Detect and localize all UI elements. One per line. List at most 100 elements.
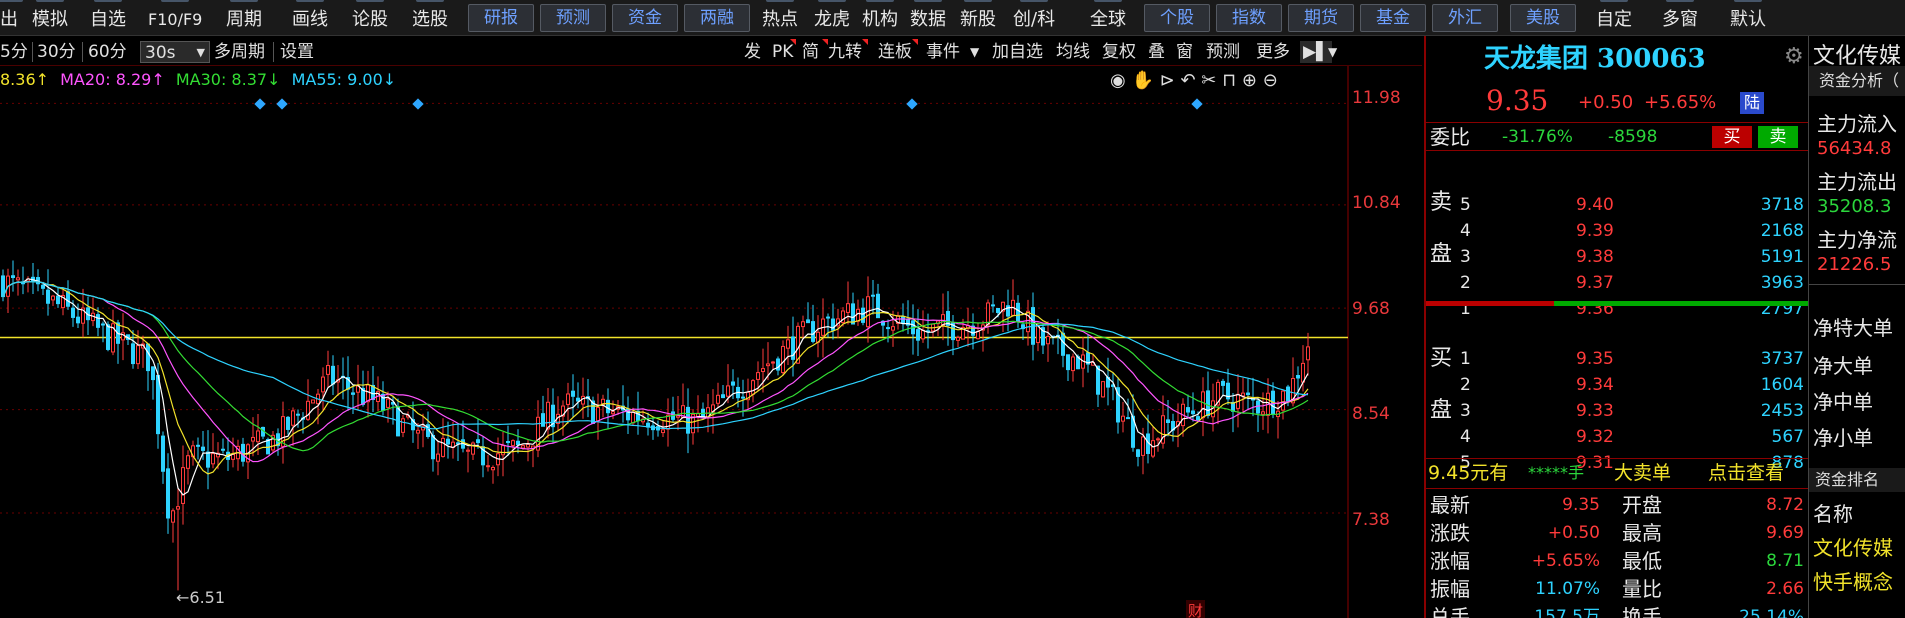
toolbar-item-chinext[interactable]: 创/科 — [1013, 0, 1055, 32]
forecast-button[interactable]: 预测 — [540, 4, 606, 32]
toolbar-item-forum[interactable]: 论股 — [352, 0, 388, 32]
event-diamond-icon — [254, 98, 266, 110]
tool-events[interactable]: 事件 — [926, 41, 960, 63]
gear-icon[interactable]: ⚙ — [1784, 44, 1804, 69]
toolbar-item-watchlist[interactable]: 自选 — [90, 0, 126, 32]
toolbar-item-simulate[interactable]: 模拟 — [32, 0, 68, 32]
order-price: 9.37 — [1576, 273, 1614, 293]
big-order-link[interactable]: 点击查看 — [1708, 460, 1784, 486]
events-dropdown-icon[interactable]: ▼ — [970, 41, 979, 63]
divider — [1426, 458, 1808, 459]
buy-button[interactable]: 买 — [1712, 126, 1752, 148]
axis-label: 8.54 — [1352, 404, 1390, 424]
stat-row: 最新 9.35 开盘 8.72 — [1426, 492, 1808, 518]
buy-order-row[interactable]: 2 9.34 1604 — [1426, 372, 1808, 398]
capital-button[interactable]: 资金 — [612, 4, 678, 32]
buy-order-row[interactable]: 1 9.35 3737 — [1426, 346, 1808, 372]
settings-button[interactable]: 设置 — [280, 41, 314, 63]
candle-body — [241, 443, 245, 462]
candle-body — [631, 411, 635, 424]
tool-add-watch[interactable]: 加自选 — [992, 41, 1043, 63]
index-button[interactable]: 指数 — [1216, 4, 1282, 32]
candle-body — [41, 284, 45, 289]
tool-window[interactable]: 窗 — [1176, 41, 1193, 63]
futures-button[interactable]: 期货 — [1288, 4, 1354, 32]
main-inflow-value: 56434.8 — [1817, 138, 1892, 159]
toolbar-item-chu[interactable]: 出 — [0, 0, 23, 32]
toolbar-item-f10[interactable]: F10/F9 — [148, 0, 202, 32]
financial-event-marker[interactable]: 财 — [1186, 600, 1206, 618]
toolbar-item-ipo[interactable]: 新股 — [960, 0, 996, 32]
candle-body — [106, 324, 110, 350]
toolbar-item-custom[interactable]: 自定 — [1596, 0, 1632, 32]
candle-body — [1281, 390, 1285, 411]
order-level: 5 — [1460, 195, 1471, 215]
tool-simple[interactable]: 简 — [802, 41, 819, 63]
candle-body — [856, 308, 860, 322]
candle-body — [991, 304, 995, 307]
period-30min[interactable]: 30分 — [37, 41, 76, 63]
multi-period-button[interactable]: 多周期 — [214, 41, 265, 63]
period-60min[interactable]: 60分 — [88, 41, 127, 63]
big-order-row[interactable]: 9.45元有 *****手 大卖单 点击查看 — [1426, 460, 1808, 486]
rank-item[interactable]: 快手概念 — [1813, 566, 1893, 595]
buy-order-row[interactable]: 4 9.32 567 — [1426, 424, 1808, 450]
candle-body — [596, 407, 600, 422]
toolbar-item-data[interactable]: 数据 — [910, 0, 946, 32]
toolbar-item-multiwindow[interactable]: 多窗 — [1662, 0, 1698, 32]
sell-order-row[interactable]: 4 9.39 2168 — [1426, 218, 1808, 244]
tool-limit-board[interactable]: 连板 — [878, 41, 912, 63]
tool-fa[interactable]: 发 — [744, 41, 761, 63]
toolbar-item-institution[interactable]: 机构 — [862, 0, 898, 32]
tool-adjust[interactable]: 复权 — [1102, 41, 1136, 63]
tool-ma[interactable]: 均线 — [1056, 41, 1090, 63]
toolbar-item-hot[interactable]: 热点 — [762, 0, 798, 32]
order-level: 1 — [1460, 299, 1471, 319]
main-toolbar: 出 模拟 自选 F10/F9 周期 画线 论股 选股 研报 预测 资金 两融 热… — [0, 0, 1905, 36]
sell-order-row[interactable]: 5 9.40 3718 — [1426, 192, 1808, 218]
stat-value: 8.72 — [1766, 495, 1804, 515]
period-5min[interactable]: 5分 — [0, 41, 28, 63]
margin-button[interactable]: 两融 — [684, 4, 750, 32]
order-level: 4 — [1460, 427, 1471, 447]
sell-order-row[interactable]: 2 9.37 3963 — [1426, 270, 1808, 296]
toolbar-item-screener[interactable]: 选股 — [412, 0, 448, 32]
toolbar-item-dragon[interactable]: 龙虎 — [814, 0, 850, 32]
toolbar-item-global[interactable]: 全球 — [1090, 0, 1126, 32]
forex-button[interactable]: 外汇 — [1432, 4, 1498, 32]
funds-button[interactable]: 基金 — [1360, 4, 1426, 32]
candle-body — [1071, 356, 1075, 372]
weibi-label: 委比 — [1430, 125, 1470, 149]
candle-body — [401, 418, 405, 433]
more-dropdown-icon[interactable]: ▼ — [1328, 41, 1337, 63]
toolbar-item-drawline[interactable]: 画线 — [292, 0, 328, 32]
candle-body — [416, 429, 420, 434]
capital-analysis-tab[interactable]: 资金分析（ — [1809, 66, 1905, 96]
research-button[interactable]: 研报 — [468, 4, 534, 32]
us-stocks-button[interactable]: 美股 — [1510, 4, 1576, 32]
stat-value: 9.35 — [1562, 495, 1600, 515]
candle-body — [576, 397, 580, 402]
period-select[interactable]: 30s ▼ — [140, 41, 210, 63]
tool-forecast[interactable]: 预测 — [1206, 41, 1240, 63]
period-select-value: 30s — [145, 43, 176, 63]
sell-order-row[interactable]: 3 9.38 5191 — [1426, 244, 1808, 270]
capital-rank-header[interactable]: 资金排名 — [1809, 468, 1905, 492]
rank-item[interactable]: 文化传媒 — [1813, 532, 1893, 561]
stock-button[interactable]: 个股 — [1144, 4, 1210, 32]
candle-body — [96, 314, 100, 328]
buy-order-row[interactable]: 3 9.33 2453 — [1426, 398, 1808, 424]
kline-chart[interactable] — [0, 66, 1422, 618]
toolbar-item-default[interactable]: 默认 — [1730, 0, 1766, 32]
tool-nine-turn[interactable]: 九转 — [828, 41, 862, 63]
sell-button[interactable]: 卖 — [1758, 126, 1798, 148]
order-volume: 2453 — [1760, 401, 1804, 421]
tool-overlay[interactable]: 叠 — [1148, 41, 1165, 63]
candle-body — [196, 444, 200, 447]
main-net-value: 21226.5 — [1817, 254, 1892, 275]
low-marker: ←6.51 — [176, 588, 226, 607]
sell-order-row[interactable]: 1 9.36 2797 — [1426, 296, 1808, 322]
candle-body — [1066, 354, 1070, 371]
tool-more[interactable]: 更多 — [1256, 41, 1290, 63]
toolbar-item-period[interactable]: 周期 — [226, 0, 262, 32]
